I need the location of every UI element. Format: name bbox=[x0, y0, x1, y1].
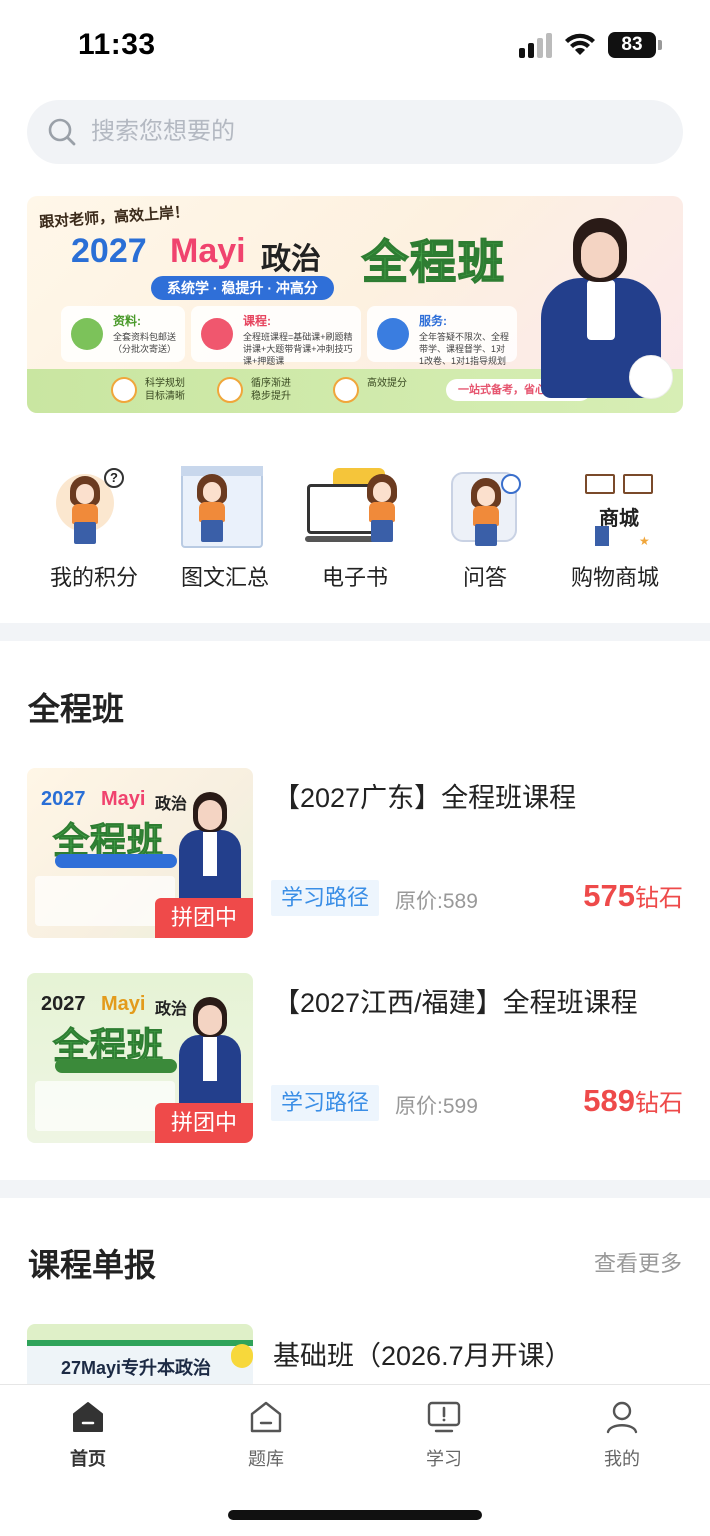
calendar-icon bbox=[175, 462, 275, 552]
cellular-signal-icon bbox=[519, 32, 552, 58]
group-buy-badge: 拼团中 bbox=[155, 898, 253, 938]
battery-level: 83 bbox=[608, 32, 656, 58]
see-more-link[interactable]: 查看更多 bbox=[594, 1246, 682, 1278]
feature-progress: 循序渐进 稳步提升 bbox=[217, 377, 291, 403]
materials-icon bbox=[71, 318, 103, 350]
plan-icon bbox=[111, 377, 137, 403]
course-thumbnail: 2027 Mayi 政治 全程班 拼团中 bbox=[27, 768, 253, 938]
tab-question-bank[interactable]: 题库 bbox=[206, 1399, 326, 1471]
status-bar: 11:33 83 bbox=[0, 0, 710, 92]
trophy-icon bbox=[333, 377, 359, 403]
status-time: 11:33 bbox=[78, 28, 156, 61]
banner-tagline: 跟对老师，高效上岸！ bbox=[38, 202, 190, 232]
nav-label: 我的积分 bbox=[49, 565, 138, 590]
home-icon bbox=[70, 1399, 106, 1435]
section-divider bbox=[0, 623, 710, 641]
feature-planning: 科学规划 目标清晰 bbox=[111, 377, 185, 403]
video-icon bbox=[201, 318, 233, 350]
course-thumbnail: 2027 Mayi 政治 全程班 拼团中 bbox=[27, 973, 253, 1143]
search-input[interactable] bbox=[91, 118, 651, 146]
nav-label: 图文汇总 bbox=[180, 565, 269, 590]
original-price: 原价:599 bbox=[395, 1095, 478, 1118]
section-title-course-report: 课程单报 bbox=[28, 1247, 157, 1283]
banner-main-title: 全程班 bbox=[361, 235, 506, 289]
status-icons: 83 bbox=[519, 32, 662, 58]
banner-info-materials: 资料: 全套资料包邮送（分批次寄送） bbox=[61, 306, 185, 362]
nav-qa[interactable]: 问答 bbox=[420, 462, 550, 592]
target-icon bbox=[217, 377, 243, 403]
promo-banner[interactable]: 跟对老师，高效上岸！ 2027 Mayi 政治 全程班 系统学 · 稳提升 · … bbox=[27, 196, 683, 413]
mascot-icon bbox=[231, 1344, 253, 1368]
group-buy-badge: 拼团中 bbox=[155, 1103, 253, 1143]
nav-my-points[interactable]: ? 我的积分 bbox=[29, 462, 159, 592]
nav-graphic-summary[interactable]: 图文汇总 bbox=[160, 462, 290, 592]
battery-icon: 83 bbox=[608, 32, 662, 58]
learning-path-tag[interactable]: 学习路径 bbox=[271, 880, 380, 916]
study-icon bbox=[426, 1399, 462, 1435]
banner-slogan: 系统学 · 稳提升 · 冲高分 bbox=[151, 276, 334, 300]
profile-icon bbox=[604, 1399, 640, 1435]
qa-icon bbox=[435, 462, 535, 552]
wifi-icon bbox=[565, 33, 595, 55]
course-thumbnail[interactable]: 27Mayi专升本政治 bbox=[27, 1324, 253, 1384]
tab-profile[interactable]: 我的 bbox=[562, 1399, 682, 1471]
search-bar[interactable] bbox=[27, 100, 683, 164]
price: 589钻石 bbox=[583, 1083, 683, 1118]
nav-shop[interactable]: 商城 ★ 购物商城 bbox=[550, 462, 680, 592]
banner-brand: Mayi bbox=[170, 232, 246, 270]
search-icon bbox=[48, 118, 76, 146]
headset-icon bbox=[377, 318, 409, 350]
quick-nav: ? 我的积分 图文汇总 电子书 问答 商城 ★ 购物商城 bbox=[0, 462, 710, 592]
price: 575钻石 bbox=[583, 878, 683, 913]
course-title: 【2027广东】全程班课程 bbox=[273, 783, 577, 813]
banner-year: 2027 bbox=[71, 232, 147, 270]
section-title-full-course: 全程班 bbox=[28, 691, 125, 727]
ebook-icon bbox=[305, 462, 405, 552]
original-price: 原价:589 bbox=[395, 890, 478, 913]
shop-icon: 商城 ★ bbox=[565, 462, 665, 552]
tab-study[interactable]: 学习 bbox=[384, 1399, 504, 1471]
bunny-icon bbox=[629, 355, 673, 399]
nav-label: 问答 bbox=[462, 565, 507, 590]
learning-path-tag[interactable]: 学习路径 bbox=[271, 1085, 380, 1121]
section-divider bbox=[0, 1180, 710, 1198]
points-icon: ? bbox=[44, 462, 144, 552]
course-title: 【2027江西/福建】全程班课程 bbox=[273, 988, 638, 1018]
course-title[interactable]: 基础班（2026.7月开课） bbox=[273, 1334, 572, 1373]
home-indicator bbox=[228, 1510, 482, 1520]
nav-label: 电子书 bbox=[321, 565, 388, 590]
nav-label: 购物商城 bbox=[570, 565, 659, 590]
banner-subject: 政治 bbox=[261, 243, 321, 276]
tab-home[interactable]: 首页 bbox=[28, 1399, 148, 1471]
feature-score: 高效提分 bbox=[333, 377, 407, 403]
banner-info-courses: 课程: 全程班课程=基础课+刷题精讲课+大题带背课+冲刺技巧课+押题课 bbox=[191, 306, 361, 366]
course-card[interactable]: 2027 Mayi 政治 全程班 拼团中 【2027江西/福建】全程班课程 学习… bbox=[27, 973, 683, 1143]
course-card[interactable]: 2027 Mayi 政治 全程班 拼团中 【2027广东】全程班课程 学习路径 … bbox=[27, 768, 683, 938]
nav-ebook[interactable]: 电子书 bbox=[290, 462, 420, 592]
banner-info-services: 服务: 全年答疑不限次、全程带学、课程督学、1对1改卷、1对1指导规划 bbox=[367, 306, 517, 366]
question-bank-icon bbox=[248, 1399, 284, 1435]
